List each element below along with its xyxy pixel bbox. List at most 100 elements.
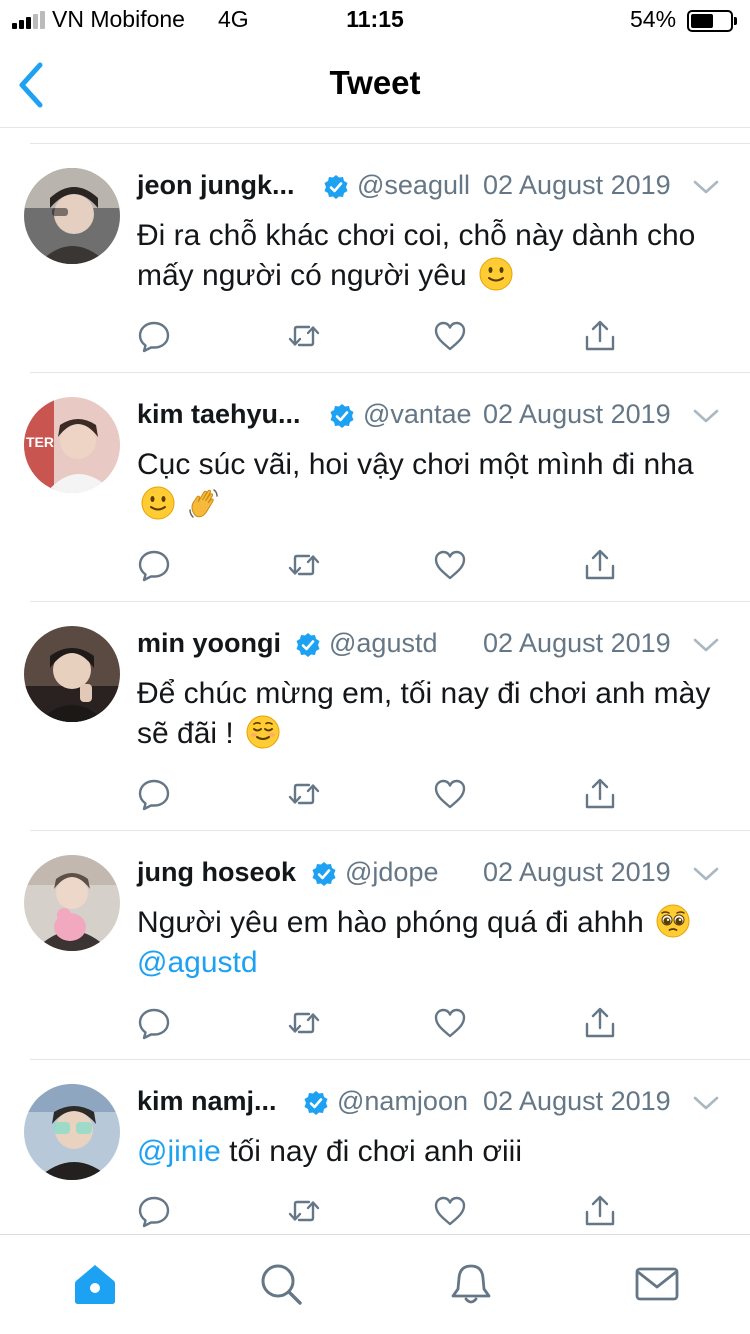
avatar[interactable] [24,168,120,264]
reply-button[interactable] [137,1006,171,1040]
display-name[interactable]: jung hoseok [137,857,296,888]
like-button[interactable] [433,1194,467,1228]
verified-badge-icon [311,861,337,887]
like-button[interactable] [433,1006,467,1040]
reply-button[interactable] [137,777,171,811]
tweet-date: 02 August 2019 [483,857,671,887]
chevron-down-icon[interactable] [691,174,721,200]
navigation-bar: Tweet [0,40,750,128]
user-handle[interactable]: @agustd [329,628,437,659]
verified-badge-icon [323,174,349,200]
tweet-actions [137,777,617,813]
tweet-actions [137,548,617,584]
retweet-icon [287,777,321,811]
tweet-date: 02 August 2019 [483,628,671,658]
tweet-text: Đi ra chỗ khác chơi coi, chỗ này dành ch… [137,216,727,296]
battery-percentage: 54% [630,6,677,32]
retweet-button[interactable] [287,319,321,353]
like-icon [433,1006,467,1040]
tweet-date: 02 August 2019 [483,1086,671,1116]
tweet-item[interactable]: min yoongi @agustd 02 August 2019 Để chú… [0,602,750,831]
tab-messages[interactable] [634,1261,680,1307]
tweet-body: tối nay đi chơi anh ơiii [229,1135,522,1168]
slightly-smiling-face-emoji-icon [479,257,513,291]
display-name[interactable]: jeon jungk... [137,170,295,201]
tweet-header: kim taehyu... @vantae 02 August 2019 [137,399,727,433]
reply-button[interactable] [137,319,171,353]
user-handle[interactable]: @namjoon [337,1086,468,1117]
notifications-icon [451,1264,491,1304]
like-button[interactable] [433,777,467,811]
display-name[interactable]: min yoongi [137,628,281,659]
like-button[interactable] [433,548,467,582]
share-button[interactable] [583,777,617,811]
tweet-body: Đi ra chỗ khác chơi coi, chỗ này dành ch… [137,219,696,292]
chevron-down-icon[interactable] [691,403,721,429]
mention-link[interactable]: @agustd [137,946,258,979]
reply-button[interactable] [137,548,171,582]
retweet-icon [287,548,321,582]
verified-badge-icon [303,1090,329,1116]
page-title: Tweet [329,64,421,101]
share-button[interactable] [583,1006,617,1040]
reply-icon [137,777,171,811]
tweet-text: Cục súc vãi, hoi vậy chơi một mình đi nh… [137,445,727,525]
tweet-item[interactable]: jeon jungk... @seagull 02 August 2019 Đi… [0,144,750,373]
user-handle[interactable]: @seagull [357,170,470,201]
tweet-header: kim namj... @namjoon 02 August 2019 [137,1086,727,1120]
avatar[interactable] [24,626,120,722]
share-button[interactable] [583,319,617,353]
reply-button[interactable] [137,1194,171,1228]
tab-search[interactable] [258,1261,304,1307]
home-icon [75,1265,115,1304]
waving-hand-emoji-icon [187,486,221,520]
retweet-button[interactable] [287,1194,321,1228]
user-handle[interactable]: @vantae [363,399,471,430]
retweet-button[interactable] [287,777,321,811]
tweet-item[interactable]: TER kim taehyu... @vantae 02 August 2019… [0,373,750,602]
tab-home[interactable] [72,1261,118,1307]
tweet-body: Người yêu em hào phóng quá đi ahhh [137,906,644,939]
like-button[interactable] [433,319,467,353]
reply-icon [137,548,171,582]
tweet-actions [137,1194,617,1230]
tweet-text: Để chúc mừng em, tối nay đi chơi anh mày… [137,674,727,754]
user-handle[interactable]: @jdope [345,857,438,888]
display-name[interactable]: kim taehyu... [137,399,301,430]
mention-link[interactable]: @jinie [137,1135,221,1168]
avatar[interactable] [24,855,120,951]
tweet-text: @jinie tối nay đi chơi anh ơiii [137,1132,727,1172]
retweet-icon [287,319,321,353]
tweet-body: Cục súc vãi, hoi vậy chơi một mình đi nh… [137,448,694,481]
share-button[interactable] [583,548,617,582]
tweet-item[interactable]: jung hoseok @jdope 02 August 2019 Người … [0,831,750,1060]
chevron-down-icon[interactable] [691,861,721,887]
share-icon [583,319,617,353]
tweet-actions [137,1006,617,1042]
display-name[interactable]: kim namj... [137,1086,277,1117]
chevron-down-icon[interactable] [691,1090,721,1116]
share-button[interactable] [583,1194,617,1228]
battery-icon [687,10,737,32]
retweet-button[interactable] [287,548,321,582]
messages-icon [635,1267,679,1301]
verified-badge-icon [329,403,355,429]
slightly-smiling-face-emoji-icon [141,486,175,520]
status-bar: VN Mobifone 4G 11:15 54% [0,0,750,40]
chevron-down-icon[interactable] [691,632,721,658]
avatar[interactable] [24,1084,120,1180]
share-icon [583,1194,617,1228]
reply-icon [137,1194,171,1228]
tweet-item[interactable]: kim namj... @namjoon 02 August 2019 @jin… [0,1060,750,1234]
avatar[interactable]: TER [24,397,120,493]
tab-notifications[interactable] [448,1261,494,1307]
tweet-text: Người yêu em hào phóng quá đi ahhh @agus… [137,903,727,983]
search-icon [261,1264,302,1305]
retweet-button[interactable] [287,1006,321,1040]
svg-text:TER: TER [26,434,54,450]
pleading-face-emoji-icon [656,904,690,938]
like-icon [433,777,467,811]
tweet-date: 02 August 2019 [483,170,671,200]
retweet-icon [287,1194,321,1228]
retweet-icon [287,1006,321,1040]
